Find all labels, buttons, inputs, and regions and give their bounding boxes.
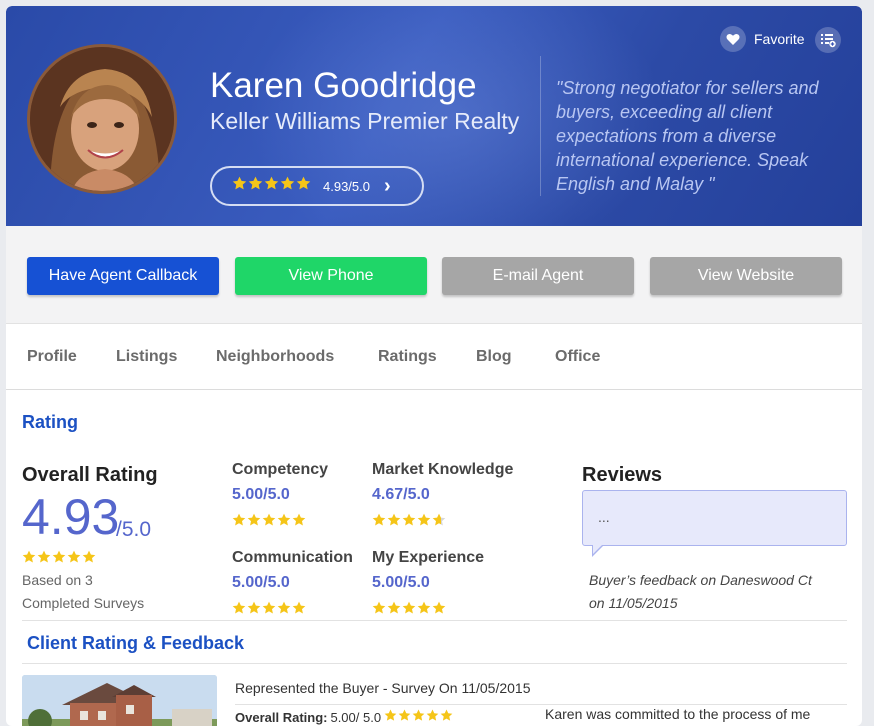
criterion-competency-value: 5.00/5.0 <box>232 486 290 503</box>
favorite-label: Favorite <box>754 31 805 47</box>
feedback-overall-label: Overall Rating: <box>235 709 328 725</box>
agent-avatar <box>27 44 177 194</box>
criterion-communication-value: 5.00/5.0 <box>232 574 290 591</box>
tab-listings[interactable]: Listings <box>116 348 177 366</box>
criterion-competency-title: Competency <box>232 461 329 478</box>
star-icon <box>67 550 81 569</box>
star-icon <box>432 601 446 620</box>
review-meta-source: Buyer’s feedback on Daneswood Ct <box>589 572 812 588</box>
star-icon <box>432 513 446 532</box>
client-feedback-title: Client Rating & Feedback <box>27 633 245 653</box>
star-icon <box>262 513 276 532</box>
tab-ratings[interactable]: Ratings <box>378 348 437 366</box>
overall-rating-stars <box>22 550 96 569</box>
survey-header: Represented the Buyer - Survey On 11/05/… <box>235 680 531 696</box>
star-icon <box>280 176 295 196</box>
view-phone-button[interactable]: View Phone <box>235 257 427 295</box>
star-icon <box>296 176 311 196</box>
overall-rating-label: Overall Rating <box>22 464 158 486</box>
review-bubble[interactable]: ... <box>582 490 847 546</box>
tab-office[interactable]: Office <box>555 348 600 366</box>
star-icon <box>412 709 425 725</box>
feedback-overall-value: 5.00/ 5.0 <box>330 709 382 725</box>
review-meta-date: on 11/05/2015 <box>589 595 678 611</box>
criterion-my-experience-value: 5.00/5.0 <box>372 574 430 591</box>
agent-rating-pill[interactable]: 4.93/5.0 › <box>210 166 424 206</box>
overall-rating-value: 4.93 <box>22 489 120 545</box>
criterion-my-experience-title: My Experience <box>372 549 485 566</box>
add-to-list-icon[interactable] <box>815 27 841 53</box>
star-icon <box>384 709 397 725</box>
criterion-market-knowledge-title: Market Knowledge <box>372 461 514 478</box>
star-icon <box>402 513 416 532</box>
star-icon <box>232 601 246 620</box>
star-icon <box>22 550 36 569</box>
star-icon <box>426 709 439 725</box>
section-divider <box>22 620 847 621</box>
review-meta: Buyer’s feedback on Daneswood Ct on 11/0… <box>589 569 839 615</box>
hero-divider <box>540 56 541 196</box>
star-icon <box>262 601 276 620</box>
criterion-communication-stars <box>232 601 306 620</box>
star-icon <box>277 513 291 532</box>
star-icon <box>387 601 401 620</box>
star-icon <box>277 601 291 620</box>
agent-profile-card: Karen Goodridge Keller Williams Premier … <box>6 6 862 726</box>
agent-company: Keller Williams Premier Realty <box>210 108 520 134</box>
agent-rating-text: 4.93/5.0 <box>323 178 370 194</box>
star-icon <box>247 513 261 532</box>
star-icon <box>292 601 306 620</box>
action-bar: Have Agent Callback View Phone E-mail Ag… <box>6 226 862 324</box>
agent-quote: "Strong negotiator for sellers and buyer… <box>556 78 819 194</box>
star-icon <box>37 550 51 569</box>
criterion-my-experience-stars <box>372 601 446 620</box>
survey-divider <box>235 704 847 705</box>
star-icon <box>417 513 431 532</box>
review-bubble-tail-fill <box>593 544 603 554</box>
completed-surveys-text: Completed Surveys <box>22 595 145 611</box>
property-thumbnail[interactable] <box>22 675 217 726</box>
email-agent-button[interactable]: E-mail Agent <box>442 257 634 295</box>
tab-neighborhoods[interactable]: Neighborhoods <box>216 348 334 366</box>
favorite-button[interactable]: Favorite <box>720 26 805 52</box>
view-website-button[interactable]: View Website <box>650 257 842 295</box>
star-icon <box>248 176 263 196</box>
agent-hero-banner: Karen Goodridge Keller Williams Premier … <box>6 6 862 226</box>
tab-profile[interactable]: Profile <box>27 348 77 366</box>
star-icon <box>440 709 453 725</box>
star-icon <box>292 513 306 532</box>
star-icon <box>372 601 386 620</box>
criterion-competency-stars <box>232 513 306 532</box>
chevron-right-icon: › <box>384 175 391 197</box>
feedback-overall-rating: Overall Rating: 5.00/ 5.0 <box>235 709 453 725</box>
feedback-divider <box>22 663 847 664</box>
rating-section-title: Rating <box>22 412 78 432</box>
star-icon <box>264 176 279 196</box>
overall-rating-denominator: /5.0 <box>116 518 152 541</box>
star-icon <box>402 601 416 620</box>
agent-callback-button[interactable]: Have Agent Callback <box>27 257 219 295</box>
star-icon <box>398 709 411 725</box>
feedback-overall-stars <box>384 709 453 725</box>
profile-tabs: Profile Listings Neighborhoods Ratings B… <box>6 324 862 390</box>
rating-stars <box>232 176 311 196</box>
star-icon <box>417 601 431 620</box>
criterion-market-knowledge-value: 4.67/5.0 <box>372 486 430 503</box>
star-icon <box>52 550 66 569</box>
star-icon <box>232 176 247 196</box>
reviews-title: Reviews <box>582 464 663 486</box>
based-on-text: Based on 3 <box>22 572 93 588</box>
tab-blog[interactable]: Blog <box>476 348 512 366</box>
star-icon <box>372 513 386 532</box>
heart-icon <box>720 26 746 52</box>
star-icon <box>247 601 261 620</box>
criterion-market-knowledge-stars <box>372 513 446 532</box>
star-icon <box>387 513 401 532</box>
criterion-communication-title: Communication <box>232 549 353 566</box>
agent-name: Karen Goodridge <box>210 66 477 105</box>
star-icon <box>82 550 96 569</box>
star-icon <box>232 513 246 532</box>
